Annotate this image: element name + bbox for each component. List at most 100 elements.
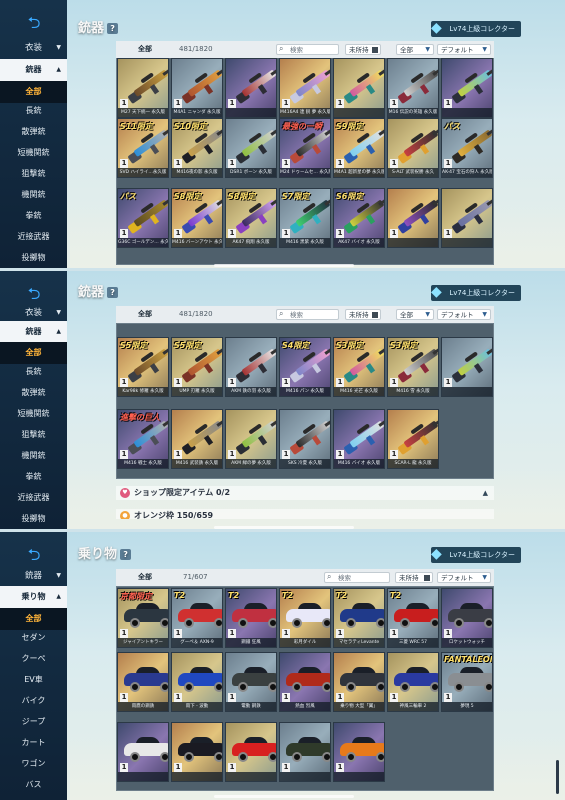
item-card[interactable]: T2 1 グーペ＆ AXN-9 (171, 588, 223, 648)
sidebar-item-rifles[interactable]: 長銃 (0, 100, 67, 122)
item-card[interactable]: S5限定 1 UMP 刃羅 永久版 (171, 337, 223, 397)
sort-select[interactable]: デフォルト ▼ (437, 572, 491, 583)
item-card[interactable]: T2 1 三菱 WRC 57 (387, 588, 439, 648)
sidebar-category-guns[interactable]: 銃器 ▲ (0, 321, 67, 343)
sidebar-item-sedan[interactable]: セダン (0, 627, 67, 649)
sidebar-item-shotguns[interactable]: 散弾銃 (0, 382, 67, 404)
item-card[interactable]: S5限定 1 Kar98k 修羅 永久版 (117, 337, 169, 397)
item-card[interactable]: 1 AKM 緑の夢 永久版 (225, 409, 277, 469)
item-card[interactable]: S7限定 1 M416 黒紫 永久版 (279, 188, 331, 248)
sort-select[interactable]: デフォルト ▼ (437, 309, 491, 320)
vertical-scrollbar[interactable] (556, 760, 559, 794)
item-card[interactable]: T2 1 彩月ダイル (279, 588, 331, 648)
item-card[interactable]: 1 DSR1 ボーン 永久版 (225, 118, 277, 178)
sidebar-item-melee[interactable]: 近接武器 (0, 226, 67, 248)
item-card[interactable]: 1 M416A4 連 鋭 夢 永久版 (279, 58, 331, 118)
item-card[interactable]: 1 雨鷹の鋼鉄 (117, 652, 169, 712)
item-card[interactable]: 1 熱血 烈風 (279, 652, 331, 712)
item-card[interactable]: 1 (225, 722, 277, 782)
sidebar-item-kart[interactable]: カート (0, 732, 67, 754)
sidebar-item-lmg[interactable]: 機関銃 (0, 184, 67, 206)
item-card[interactable]: S10限定 1 M416夜の影 永久版 (171, 118, 223, 178)
back-arrow-icon[interactable]: ⮌ (17, 285, 51, 303)
sidebar-item-pistols[interactable]: 拳銃 (0, 466, 67, 488)
item-card[interactable]: 1 (387, 188, 439, 248)
sidebar-item-jeep[interactable]: ジープ (0, 711, 67, 733)
item-card[interactable]: 進撃の巨人 1 M416 戦士 永久版 (117, 409, 169, 469)
sidebar-item-rifles[interactable]: 長銃 (0, 361, 67, 383)
unowned-checkbox[interactable]: 未所持 (395, 572, 433, 583)
sidebar-item-wagon[interactable]: ワゴン (0, 753, 67, 775)
sidebar-item-bus[interactable]: バス (0, 774, 67, 796)
item-card[interactable]: 1 (441, 58, 493, 118)
back-arrow-icon[interactable]: ⮌ (17, 546, 51, 564)
item-card[interactable]: 1 神風三輪車 2 (387, 652, 439, 712)
sidebar-category-guns[interactable]: 銃器 ▲ (0, 59, 67, 81)
item-card[interactable]: 1 乗り物 大型「翼」 (333, 652, 385, 712)
item-card[interactable]: S4限定 1 M416 パン 永久版 (279, 337, 331, 397)
section-shop-limited[interactable]: ♥ ショップ限定アイテム 0/2 ▲ (116, 486, 494, 500)
item-card[interactable]: S3限定 1 M416 光芒 永久版 (333, 337, 385, 397)
sidebar-item-shotguns[interactable]: 散弾銃 (0, 121, 67, 143)
sidebar-item-smg[interactable]: 短機関銃 (0, 403, 67, 425)
item-card[interactable]: 1 M416 武装鉄 永久版 (171, 409, 223, 469)
item-card[interactable]: 1 (117, 722, 169, 782)
item-card[interactable]: 1 ロケットウォッチ (441, 588, 493, 648)
item-card[interactable]: 1 SCAR-L 龍 永久版 (387, 409, 439, 469)
sidebar-item-snipers[interactable]: 狙撃銃 (0, 424, 67, 446)
item-card[interactable]: 1 電動 鋼鉄 (225, 652, 277, 712)
sidebar-item-lmg[interactable]: 機関銃 (0, 445, 67, 467)
item-card[interactable]: 1 (441, 337, 493, 397)
item-card[interactable]: S9限定 1 M4A1 超新星の夢 永久版 (333, 118, 385, 178)
sidebar-item-bike[interactable]: バイク (0, 690, 67, 712)
item-card[interactable]: S3限定 1 M416 雪 永久版 (387, 337, 439, 397)
item-card[interactable]: T2 1 鋼鐵 狂風 (225, 588, 277, 648)
sidebar-item-throwables[interactable]: 投擲物 (0, 247, 67, 268)
item-card[interactable]: 1 S-ALT 武装祝勝 永久 (387, 118, 439, 178)
item-card[interactable]: 1 雨下 - 波動 (171, 652, 223, 712)
item-card[interactable]: 京都限定 1 ジャイアントキラー (117, 588, 169, 648)
item-card[interactable]: S8限定 1 AK47 飛翔 永久版 (225, 188, 277, 248)
sidebar-item-pistols[interactable]: 拳銃 (0, 205, 67, 227)
sidebar-item-melee[interactable]: 近接武器 (0, 487, 67, 509)
help-icon[interactable]: ? (120, 549, 132, 560)
collector-badge[interactable]: ◆ Lv74上級コレクター (431, 20, 521, 37)
item-card[interactable]: S6限定 1 AK47 バイオ 永久版 (333, 188, 385, 248)
unowned-checkbox[interactable]: 未所持 (345, 44, 381, 55)
item-card[interactable]: 1 M4A1 ニャンダ 永久版 (171, 58, 223, 118)
collector-badge[interactable]: ◆ Lv74上級コレクター (431, 546, 521, 563)
help-icon[interactable]: ? (107, 287, 119, 298)
sort-select[interactable]: デフォルト ▼ (437, 44, 491, 55)
item-card[interactable]: 最強の一瞬 1 M24 ドゥームセ… 永久版 (279, 118, 331, 178)
item-card[interactable]: 1 SKS 冷夏 永久版 (279, 409, 331, 469)
item-card[interactable]: パス 1G36C ゴールデン… 永久版 (117, 188, 169, 248)
item-card[interactable]: 1 M16 伝説の英雄 永久版 (387, 58, 439, 118)
sidebar-category-vehicles[interactable]: 乗り物 ▲ (0, 586, 67, 608)
filter-select[interactable]: 全部 ▼ (396, 44, 434, 55)
sidebar-item-throwables[interactable]: 投擲物 (0, 508, 67, 529)
item-card[interactable]: パス 1 AK-47 宝石の狩人 永久版 (441, 118, 493, 178)
item-card[interactable]: 1 M416 バイオ 永久版 (333, 409, 385, 469)
item-card[interactable]: FANTALEON 1 夢現 5 (441, 652, 493, 712)
collector-badge[interactable]: ◆ Lv74上級コレクター (431, 284, 521, 301)
sidebar-category-outfit[interactable]: 衣装 ▼ (0, 37, 67, 59)
sidebar-item-smg[interactable]: 短機関銃 (0, 142, 67, 164)
sidebar-item-ev[interactable]: EV車 (0, 669, 67, 691)
item-card[interactable]: 1 (225, 58, 277, 118)
sidebar-category-guns[interactable]: 銃器 ▼ (0, 565, 67, 587)
item-card[interactable]: S11限定 1 SVD ハイライ…永久版 (117, 118, 169, 178)
item-card[interactable]: 1 M27 天下統一 永久版 (117, 58, 169, 118)
filter-select[interactable]: 全部 ▼ (396, 309, 434, 320)
help-icon[interactable]: ? (107, 23, 119, 34)
unowned-checkbox[interactable]: 未所持 (345, 309, 381, 320)
item-card[interactable]: S8限定 1M416 バーンアウト 永久版 (171, 188, 223, 248)
item-card[interactable]: 1 (333, 58, 385, 118)
section-orange-frame[interactable]: ● オレンジ枠 150/659 (116, 509, 494, 519)
item-card[interactable]: 1 (279, 722, 331, 782)
item-card[interactable]: T2 1 マセラティLevante (333, 588, 385, 648)
search-input[interactable]: ⌕ 検索 (276, 309, 339, 320)
sidebar-item-coupe[interactable]: クーペ (0, 648, 67, 670)
item-card[interactable]: 1 (171, 722, 223, 782)
sidebar-item-snipers[interactable]: 狙撃銃 (0, 163, 67, 185)
search-input[interactable]: ⌕ 検索 (324, 572, 390, 583)
